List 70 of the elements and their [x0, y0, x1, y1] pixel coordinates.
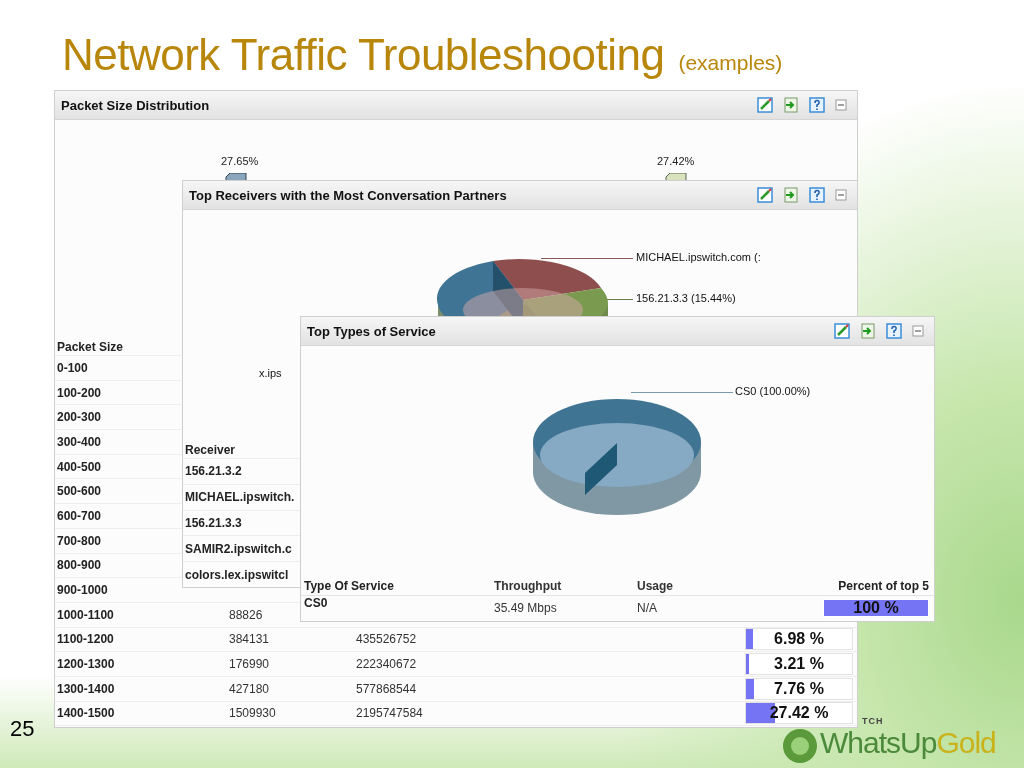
table-cell-text: 35.49 Mbps	[494, 601, 558, 615]
table-cell: 156.21.3.3	[185, 516, 242, 530]
logo-icon	[782, 728, 818, 764]
column-header: Receiver	[185, 442, 236, 457]
percent-value: 3.21 %	[773, 654, 825, 675]
export-icon[interactable]	[860, 323, 876, 339]
percent-value: 100 %	[852, 600, 900, 616]
table-cell: 400-500	[57, 459, 102, 474]
pie-label: x.ips	[259, 367, 282, 379]
column-header: Packet Size	[57, 340, 124, 354]
column-header: Usage	[637, 579, 675, 593]
table-cell: 176990	[229, 657, 270, 672]
bar-label: 27.65%	[221, 155, 259, 167]
table-cell: 1300-1400	[57, 681, 115, 696]
table-cell: 2195747584	[356, 706, 423, 721]
table-cell: 200-300	[57, 410, 102, 425]
table-cell: 800-900	[57, 558, 102, 573]
table-cell: 1100-1200	[57, 632, 114, 647]
collapse-icon[interactable]	[835, 189, 847, 201]
table-cell: 222340672	[356, 657, 417, 672]
bar-label: 27.42%	[657, 155, 695, 167]
table-cell: 384131	[229, 632, 270, 647]
collapse-icon[interactable]	[912, 325, 924, 337]
help-icon[interactable]	[809, 97, 825, 113]
slide-subtitle: (examples)	[678, 51, 783, 75]
help-icon[interactable]	[886, 323, 902, 339]
table-cell: 435526752	[356, 632, 417, 647]
percent-value: 6.98 %	[773, 629, 825, 650]
table-cell: 300-400	[57, 434, 102, 449]
table-cell: 88826	[229, 607, 263, 622]
export-icon[interactable]	[783, 187, 799, 203]
panel-title: Top Types of Service	[307, 323, 436, 339]
edit-icon[interactable]	[757, 97, 773, 113]
table-cell: 900-1000	[57, 583, 108, 598]
help-icon[interactable]	[809, 187, 825, 203]
pie-label: CS0 (100.00%)	[735, 385, 811, 397]
logo-tagline: TCH	[862, 716, 884, 726]
edit-icon[interactable]	[757, 187, 773, 203]
table-cell: 1400-1500	[57, 706, 115, 721]
table-cell: 1000-1100	[57, 607, 114, 622]
table-cell: 0-100	[57, 360, 88, 375]
table-cell: 1509930	[229, 706, 276, 721]
table-cell: 500-600	[57, 484, 102, 499]
panel-title: Packet Size Distribution	[61, 97, 210, 113]
collapse-icon[interactable]	[835, 99, 847, 111]
table-cell: 156.21.3.2	[185, 464, 242, 479]
pie-label: 156.21.3.3 (15.44%)	[636, 292, 736, 304]
percent-value: 7.76 %	[773, 678, 825, 699]
table-cell-text: CS0	[303, 596, 329, 610]
panel-title: Top Receivers with the Most Conversation Partners	[189, 187, 507, 203]
table-cell: 577868544	[356, 681, 417, 696]
column-header: Percent of top 5	[837, 579, 929, 593]
table-cell: 427180	[229, 681, 270, 696]
table-cell: 600-700	[57, 508, 102, 523]
edit-icon[interactable]	[834, 323, 850, 339]
table-cell: MICHAEL.ipswitch.	[185, 490, 295, 505]
table-cell: SAMIR2.ipswitch.c	[185, 541, 292, 556]
table-cell: 700-800	[57, 533, 102, 548]
pie-label: MICHAEL.ipswitch.com (:	[636, 251, 761, 263]
table-cell: colors.lex.ipswitcl	[185, 567, 289, 582]
table-cell-text: N/A	[637, 601, 658, 615]
logo-wordmark: WhatsUpGold	[820, 726, 996, 760]
column-header: Throughput	[494, 579, 563, 593]
leader-line	[607, 299, 633, 300]
slide-number: 25	[10, 716, 35, 742]
export-icon[interactable]	[783, 97, 799, 113]
table-cell: 100-200	[57, 385, 102, 400]
column-header: Type Of Service	[303, 579, 395, 593]
table-cell: 1200-1300	[57, 657, 115, 672]
slide-title: Network Traffic Troubleshooting	[62, 30, 665, 80]
